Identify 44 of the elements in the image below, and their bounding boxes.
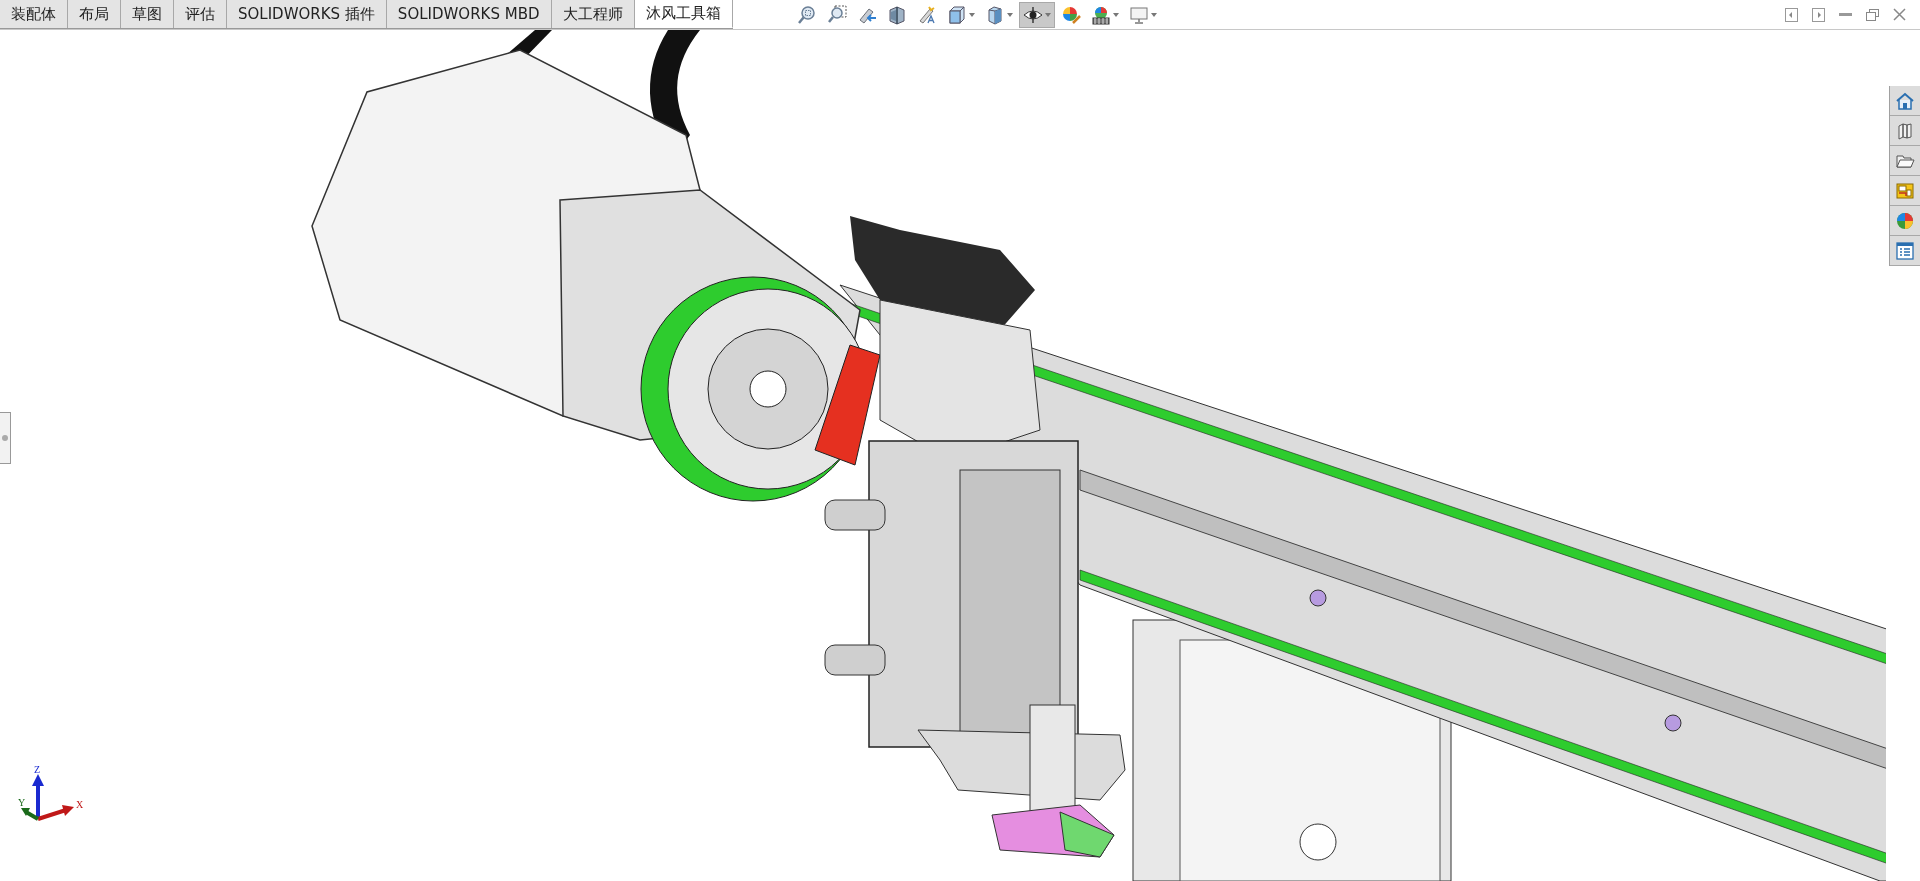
list-icon xyxy=(1895,240,1915,261)
caret-icon xyxy=(1150,12,1157,17)
toolbar-button[interactable] xyxy=(1018,1,1055,28)
task-pane-tab[interactable] xyxy=(1890,146,1920,176)
cube-icon xyxy=(946,4,967,25)
y-axis-label: Y xyxy=(18,797,26,808)
x-axis-arrow xyxy=(37,805,74,821)
caret-icon xyxy=(1044,12,1051,17)
x-axis-label: X xyxy=(76,799,84,810)
monitor-icon xyxy=(1128,4,1149,25)
color-ball-icon xyxy=(1090,4,1111,25)
left-panel-icon[interactable] xyxy=(1785,7,1798,22)
task-pane-tab[interactable] xyxy=(1890,206,1920,236)
task-pane-tab[interactable] xyxy=(1890,236,1920,266)
ribbon-tab[interactable]: SOLIDWORKS MBD xyxy=(386,0,552,28)
dot-icon xyxy=(2,435,8,441)
caret-icon xyxy=(968,12,975,17)
books-icon xyxy=(1895,120,1915,141)
color-ball-icon xyxy=(1895,210,1915,231)
close-icon[interactable] xyxy=(1893,8,1906,21)
y-axis-arrow xyxy=(21,808,39,821)
palette-icon xyxy=(1895,180,1915,201)
ribbon-tab[interactable]: SOLIDWORKS 插件 xyxy=(227,0,387,28)
ribbon-tab[interactable]: 大工程师 xyxy=(551,0,635,28)
task-pane-tab[interactable] xyxy=(1890,86,1920,116)
zoom-fit-icon xyxy=(796,4,817,25)
caret-icon xyxy=(1112,12,1119,17)
z-axis-arrow xyxy=(32,774,44,819)
task-pane-tab[interactable] xyxy=(1890,176,1920,206)
z-axis-label: Z xyxy=(34,764,41,775)
ribbon-tab[interactable]: 草图 xyxy=(121,0,174,28)
section-view-icon xyxy=(886,4,907,25)
caret-icon xyxy=(1006,12,1013,17)
color-ball-icon xyxy=(1060,4,1081,25)
ribbon-tab[interactable]: 布局 xyxy=(68,0,121,28)
ribbon-tab[interactable]: 评估 xyxy=(174,0,227,28)
ribbon-tab[interactable]: 装配体 xyxy=(0,0,68,28)
zoom-area-icon xyxy=(826,4,847,25)
panel-handle[interactable] xyxy=(0,412,11,464)
home-icon xyxy=(1895,90,1915,111)
restore-icon[interactable] xyxy=(1866,8,1879,21)
task-pane-tab[interactable] xyxy=(1890,116,1920,146)
eye-icon xyxy=(1022,4,1043,25)
right-panel-icon[interactable] xyxy=(1812,7,1825,22)
